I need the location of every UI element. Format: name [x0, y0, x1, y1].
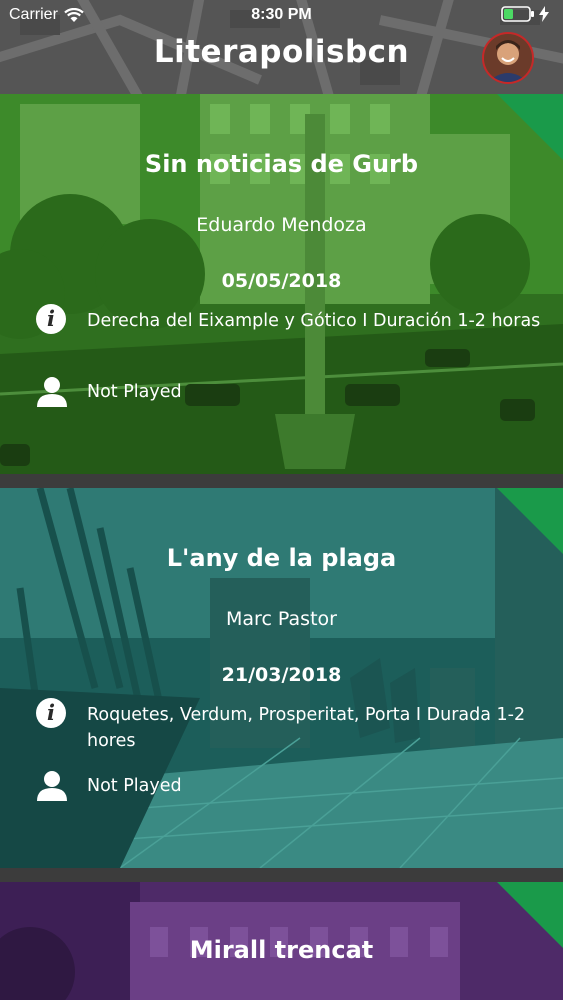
card-divider	[0, 474, 563, 488]
info-icon: i	[36, 698, 66, 728]
route-info-row: i Roquetes, Verdum, Prosperitat, Porta I…	[36, 698, 556, 758]
user-icon	[37, 771, 67, 801]
player-status-row: Not Played	[36, 376, 556, 410]
battery-indicator	[501, 6, 549, 22]
battery-icon	[501, 6, 534, 22]
route-card[interactable]: L'any de la plaga Marc Pastor 21/03/2018…	[0, 488, 563, 868]
info-icon: i	[36, 304, 66, 334]
route-description: Derecha del Eixample y Gótico I Duración…	[87, 311, 541, 331]
status-time: 8:30 PM	[251, 6, 312, 23]
play-status: Not Played	[87, 776, 182, 796]
card-divider	[0, 868, 563, 882]
avatar-photo	[484, 34, 532, 82]
card-author: Marc Pastor	[226, 608, 337, 630]
charging-bolt-icon	[539, 6, 549, 22]
app-header: Carrier 8:30 PM Literapolisbcn	[0, 0, 563, 94]
route-card[interactable]: Sin noticias de Gurb Eduardo Mendoza 05/…	[0, 94, 563, 474]
user-avatar[interactable]	[482, 32, 534, 84]
card-title: Sin noticias de Gurb	[144, 150, 419, 178]
play-status: Not Played	[87, 382, 182, 402]
route-card[interactable]: Mirall trencat	[0, 882, 563, 1000]
card-author: Eduardo Mendoza	[196, 214, 367, 236]
player-status-row: Not Played	[36, 770, 556, 804]
user-icon	[37, 377, 67, 407]
route-info-row: i Derecha del Eixample y Gótico I Duraci…	[36, 304, 556, 364]
route-description: Roquetes, Verdum, Prosperitat, Porta I D…	[87, 705, 526, 751]
app-title: Literapolisbcn	[153, 34, 410, 70]
card-title: L'any de la plaga	[166, 544, 397, 572]
card-title: Mirall trencat	[189, 936, 374, 964]
card-date: 05/05/2018	[221, 270, 342, 292]
card-date: 21/03/2018	[221, 664, 342, 686]
